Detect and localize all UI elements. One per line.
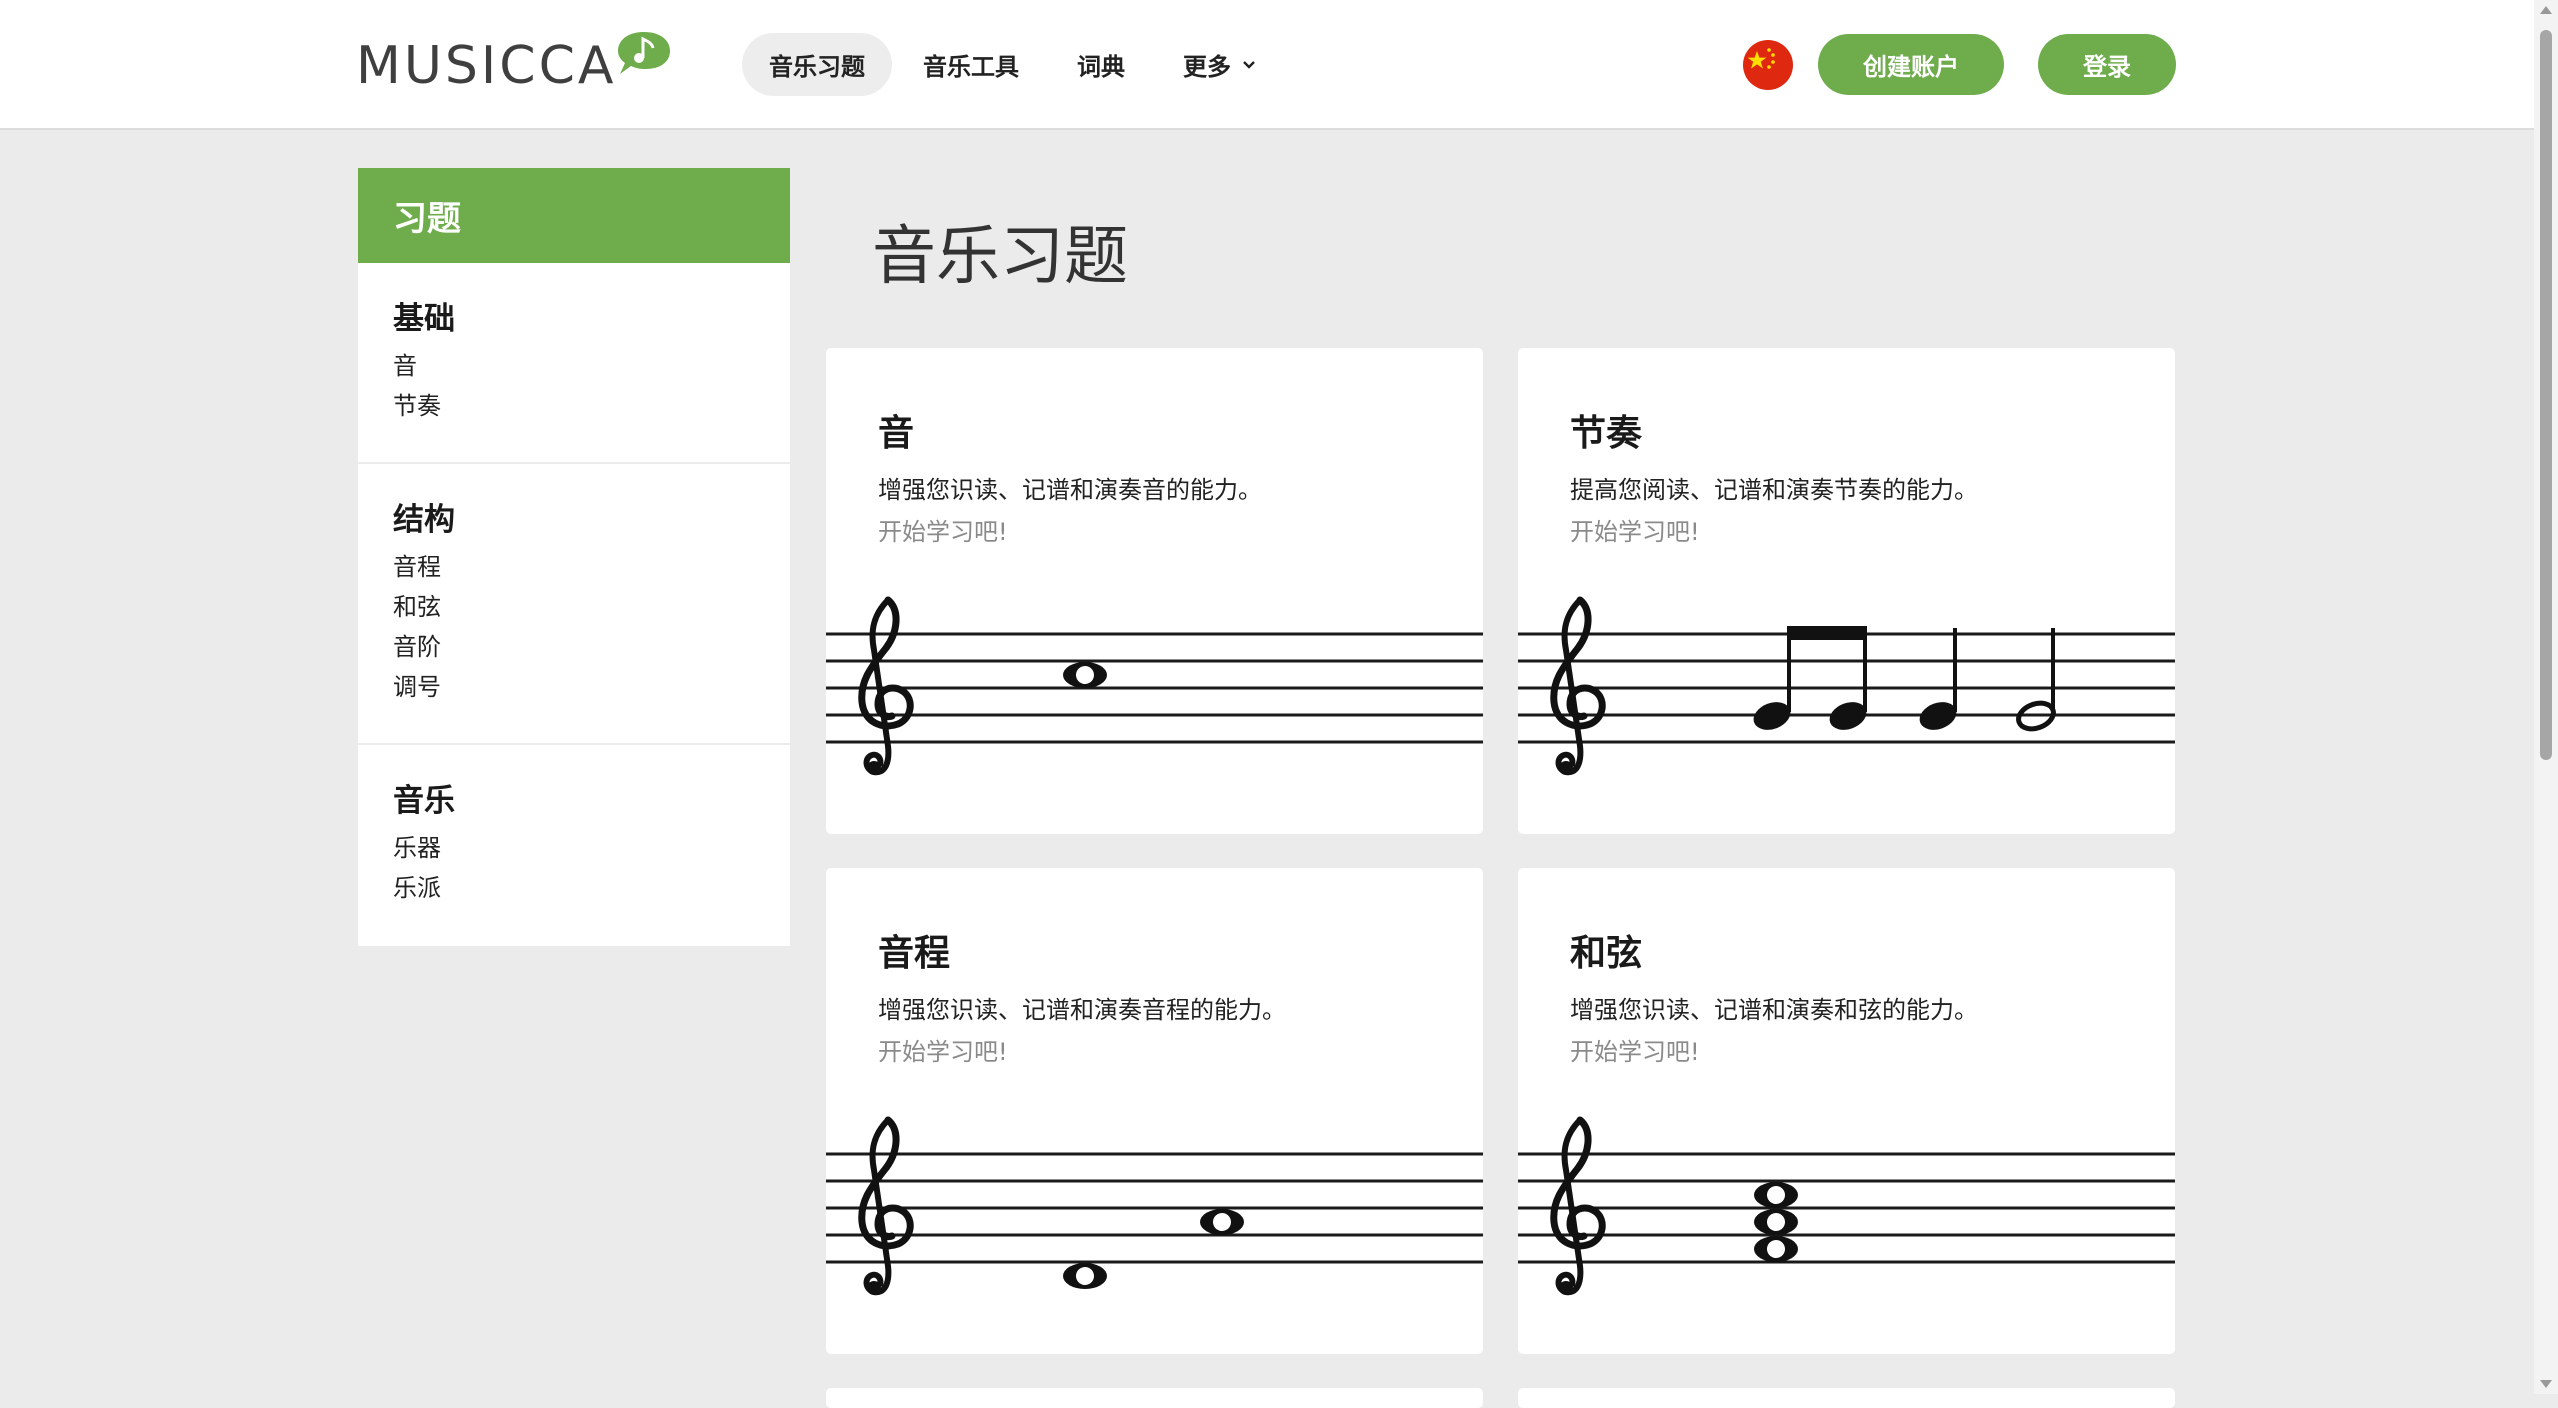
musicca-logo[interactable]: MUSICCA	[356, 32, 670, 96]
exercise-sidebar: 习题 基础 音 节奏 结构 音程 和弦 音阶 调号 音乐 乐器 乐派	[358, 168, 790, 946]
card-title: 音程	[878, 933, 951, 974]
scrollbar-thumb[interactable]	[2540, 30, 2552, 760]
sidebar-group-title: 结构	[393, 502, 455, 538]
card-start-link[interactable]: 开始学习吧!	[878, 512, 1008, 547]
sidebar-group-structure: 结构 音程 和弦 音阶 调号	[358, 464, 790, 745]
sidebar-link-rhythm[interactable]: 节奏	[393, 386, 755, 426]
sidebar-link-notes[interactable]: 音	[393, 346, 755, 386]
whole-note-staff-icon	[826, 588, 1483, 818]
top-header: MUSICCA 音乐习题 音乐工具 词典 更多 创建账户 登录	[0, 0, 2534, 130]
main-nav: 音乐习题 音乐工具 词典 更多	[742, 33, 1288, 96]
sidebar-title: 习题	[358, 168, 790, 263]
login-button[interactable]: 登录	[2038, 34, 2176, 95]
card-description: 增强您识读、记谱和演奏音的能力。	[878, 476, 1262, 504]
china-flag-icon[interactable]	[1743, 40, 1793, 90]
card-description: 增强您识读、记谱和演奏音程的能力。	[878, 996, 1286, 1024]
interval-staff-icon	[826, 1108, 1483, 1338]
chord-staff-icon	[1518, 1108, 2175, 1338]
sidebar-link-key-signatures[interactable]: 调号	[393, 667, 755, 707]
sidebar-group-title: 基础	[393, 301, 455, 337]
nav-more[interactable]: 更多	[1156, 33, 1284, 96]
create-account-button[interactable]: 创建账户	[1818, 34, 2004, 95]
sidebar-body: 基础 音 节奏 结构 音程 和弦 音阶 调号 音乐 乐器 乐派	[358, 263, 790, 946]
exercise-card-rhythm[interactable]: 节奏 提高您阅读、记谱和演奏节奏的能力。 开始学习吧!	[1518, 348, 2175, 834]
rhythm-notes-staff-icon	[1518, 588, 2175, 818]
page-title: 音乐习题	[872, 220, 1128, 294]
sidebar-link-chords[interactable]: 和弦	[393, 587, 755, 627]
sidebar-link-scales[interactable]: 音阶	[393, 627, 755, 667]
nav-dictionary[interactable]: 词典	[1050, 33, 1152, 96]
nav-tools[interactable]: 音乐工具	[896, 33, 1046, 96]
nav-more-label: 更多	[1183, 53, 1231, 81]
card-description: 提高您阅读、记谱和演奏节奏的能力。	[1570, 476, 1978, 504]
exercise-card-chords[interactable]: 和弦 增强您识读、记谱和演奏和弦的能力。 开始学习吧!	[1518, 868, 2175, 1354]
logo-speech-bubble-icon	[618, 32, 670, 74]
card-title: 音	[878, 413, 915, 454]
card-start-link[interactable]: 开始学习吧!	[1570, 512, 1700, 547]
exercise-card-notes[interactable]: 音 增强您识读、记谱和演奏音的能力。 开始学习吧!	[826, 348, 1483, 834]
scroll-up-arrow-icon[interactable]	[2540, 6, 2552, 14]
card-description: 增强您识读、记谱和演奏和弦的能力。	[1570, 996, 1978, 1024]
exercise-card-intervals[interactable]: 音程 增强您识读、记谱和演奏音程的能力。 开始学习吧!	[826, 868, 1483, 1354]
exercise-card-partial[interactable]	[1518, 1388, 2175, 1408]
card-title: 节奏	[1570, 413, 1643, 454]
scroll-down-arrow-icon[interactable]	[2540, 1380, 2552, 1388]
sidebar-link-genres[interactable]: 乐派	[393, 868, 755, 908]
exercise-card-partial[interactable]	[826, 1388, 1483, 1408]
chevron-down-icon	[1243, 60, 1255, 69]
logo-text: MUSICCA	[356, 36, 617, 96]
card-start-link[interactable]: 开始学习吧!	[1570, 1032, 1700, 1067]
card-title: 和弦	[1570, 933, 1643, 974]
sidebar-group-title: 音乐	[393, 783, 455, 819]
sidebar-group-music: 音乐 乐器 乐派	[358, 745, 790, 946]
sidebar-link-instruments[interactable]: 乐器	[393, 828, 755, 868]
sidebar-group-basics: 基础 音 节奏	[358, 263, 790, 464]
card-start-link[interactable]: 开始学习吧!	[878, 1032, 1008, 1067]
page-scrollbar[interactable]	[2534, 0, 2558, 1394]
nav-exercises[interactable]: 音乐习题	[742, 33, 892, 96]
flag-stars	[1747, 48, 1775, 69]
sidebar-link-intervals[interactable]: 音程	[393, 547, 755, 587]
